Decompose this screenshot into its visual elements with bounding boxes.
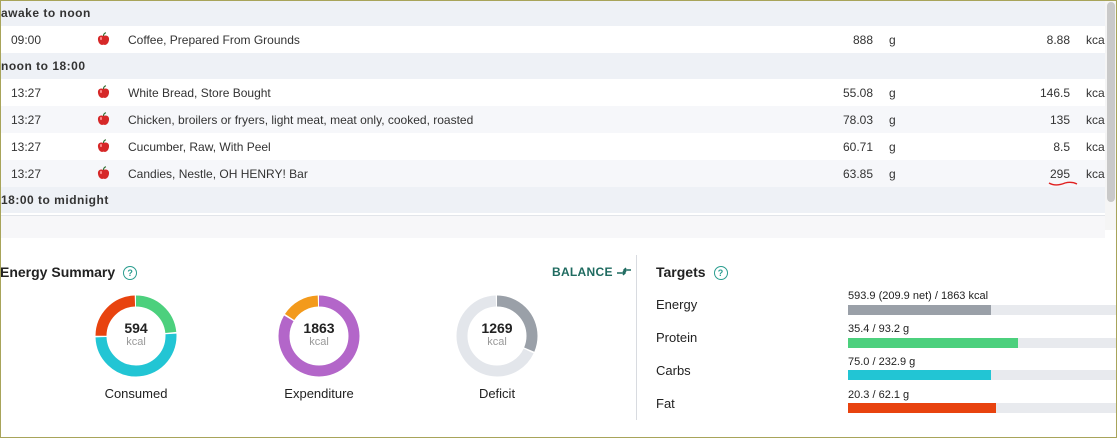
target-progress-bar [848,370,1117,380]
row-time: 13:27 [11,113,42,127]
row-unit: g [889,33,896,47]
scrollbar-thumb[interactable] [1107,2,1115,202]
row-unit: g [889,113,896,127]
expenditure-center: 1863 kcal [277,294,361,378]
target-progress-bar [848,403,1117,413]
target-progress-fill [848,338,1018,348]
deficit-label: Deficit [478,386,516,401]
row-food-name: Coffee, Prepared From Grounds [128,33,300,47]
consumed-unit: kcal [126,336,146,348]
target-progress-fill [848,403,996,413]
apple-icon [97,139,110,153]
row-food-name: White Bread, Store Bought [128,86,271,100]
food-diary: awake to noon 09:00 Coffee, Prepared Fro… [0,0,1107,213]
row-calories: 146.5 [1039,86,1070,100]
apple-icon [97,166,110,180]
deficit-value: 1269 [481,320,513,336]
expenditure-value: 1863 [303,320,335,336]
row-amount: 55.08 [842,86,873,100]
row-time: 13:27 [11,167,42,181]
group-header-awake-to-noon[interactable]: awake to noon [0,0,1105,26]
target-text: 75.0 / 232.9 g [848,356,916,368]
row-unit: g [889,140,896,154]
group-header-noon-to-18[interactable]: noon to 18:00 [0,53,1105,79]
target-label: Fat [656,396,675,411]
group-header-18-to-midnight[interactable]: 18:00 to midnight [0,187,1105,213]
row-unit: g [889,167,896,181]
row-amount: 63.85 [842,167,873,181]
row-calories: 8.88 [1046,33,1070,47]
row-unit: g [889,86,896,100]
diary-row[interactable]: 13:27 Chicken, broilers or fryers, light… [0,106,1107,133]
swap-arrows-icon [617,267,632,276]
apple-icon [97,85,110,99]
row-time: 13:27 [11,140,42,154]
target-label: Carbs [656,363,691,378]
summary-targets-divider [636,255,637,420]
consumed-value: 594 [124,320,148,336]
apple-icon [97,32,110,46]
deficit-unit: kcal [487,336,507,348]
row-food-name: Cucumber, Raw, With Peel [128,140,271,154]
balance-label: BALANCE [552,265,613,279]
targets-title: Targets? [656,264,728,280]
row-time: 09:00 [11,33,42,47]
targets-title-text: Targets [656,264,706,280]
row-food-name: Candies, Nestle, OH HENRY! Bar [128,167,308,181]
diary-row[interactable]: 13:27 Candies, Nestle, OH HENRY! Bar 63.… [0,160,1107,187]
row-amount: 888 [852,33,873,47]
red-underline-annotation [1048,181,1078,186]
diary-row[interactable]: 09:00 Coffee, Prepared From Grounds 888 … [0,26,1107,53]
help-icon[interactable]: ? [713,266,728,280]
row-amount: 78.03 [842,113,873,127]
target-progress-bar [848,338,1117,348]
row-amount: 60.71 [842,140,873,154]
target-label: Protein [656,330,698,345]
balance-toggle[interactable]: BALANCE [552,265,632,279]
target-progress-fill [848,370,992,380]
expenditure-label: Expenditure [284,386,354,401]
apple-icon [97,112,110,126]
consumed-label: Consumed [104,386,168,401]
target-text: 20.3 / 62.1 g [848,389,910,401]
target-label: Energy [656,297,698,312]
target-text: 35.4 / 93.2 g [848,323,910,335]
section-divider [0,215,1105,238]
expenditure-donut[interactable]: 1863 kcal [277,294,361,378]
diary-scrollbar[interactable] [1105,0,1117,230]
target-progress-fill [848,305,991,315]
expenditure-unit: kcal [309,336,329,348]
help-icon[interactable]: ? [123,266,138,280]
row-food-name: Chicken, broilers or fryers, light meat,… [128,113,474,127]
target-progress-bar [848,305,1117,315]
consumed-donut[interactable]: 594 kcal [94,294,178,378]
diary-row[interactable]: 13:27 Cucumber, Raw, With Peel 60.71 g 8… [0,133,1107,160]
row-calories: 8.5 [1053,140,1070,154]
energy-summary-title-text: Energy Summary [0,264,116,280]
consumed-center: 594 kcal [94,294,178,378]
row-calories: 135 [1049,113,1070,127]
deficit-donut[interactable]: 1269 kcal [455,294,539,378]
target-text: 593.9 (209.9 net) / 1863 kcal [848,290,989,302]
row-time: 13:27 [11,86,42,100]
diary-row[interactable]: 13:27 White Bread, Store Bought 55.08 g … [0,79,1107,106]
deficit-center: 1269 kcal [455,294,539,378]
energy-summary-title: Energy Summary? [0,264,138,280]
